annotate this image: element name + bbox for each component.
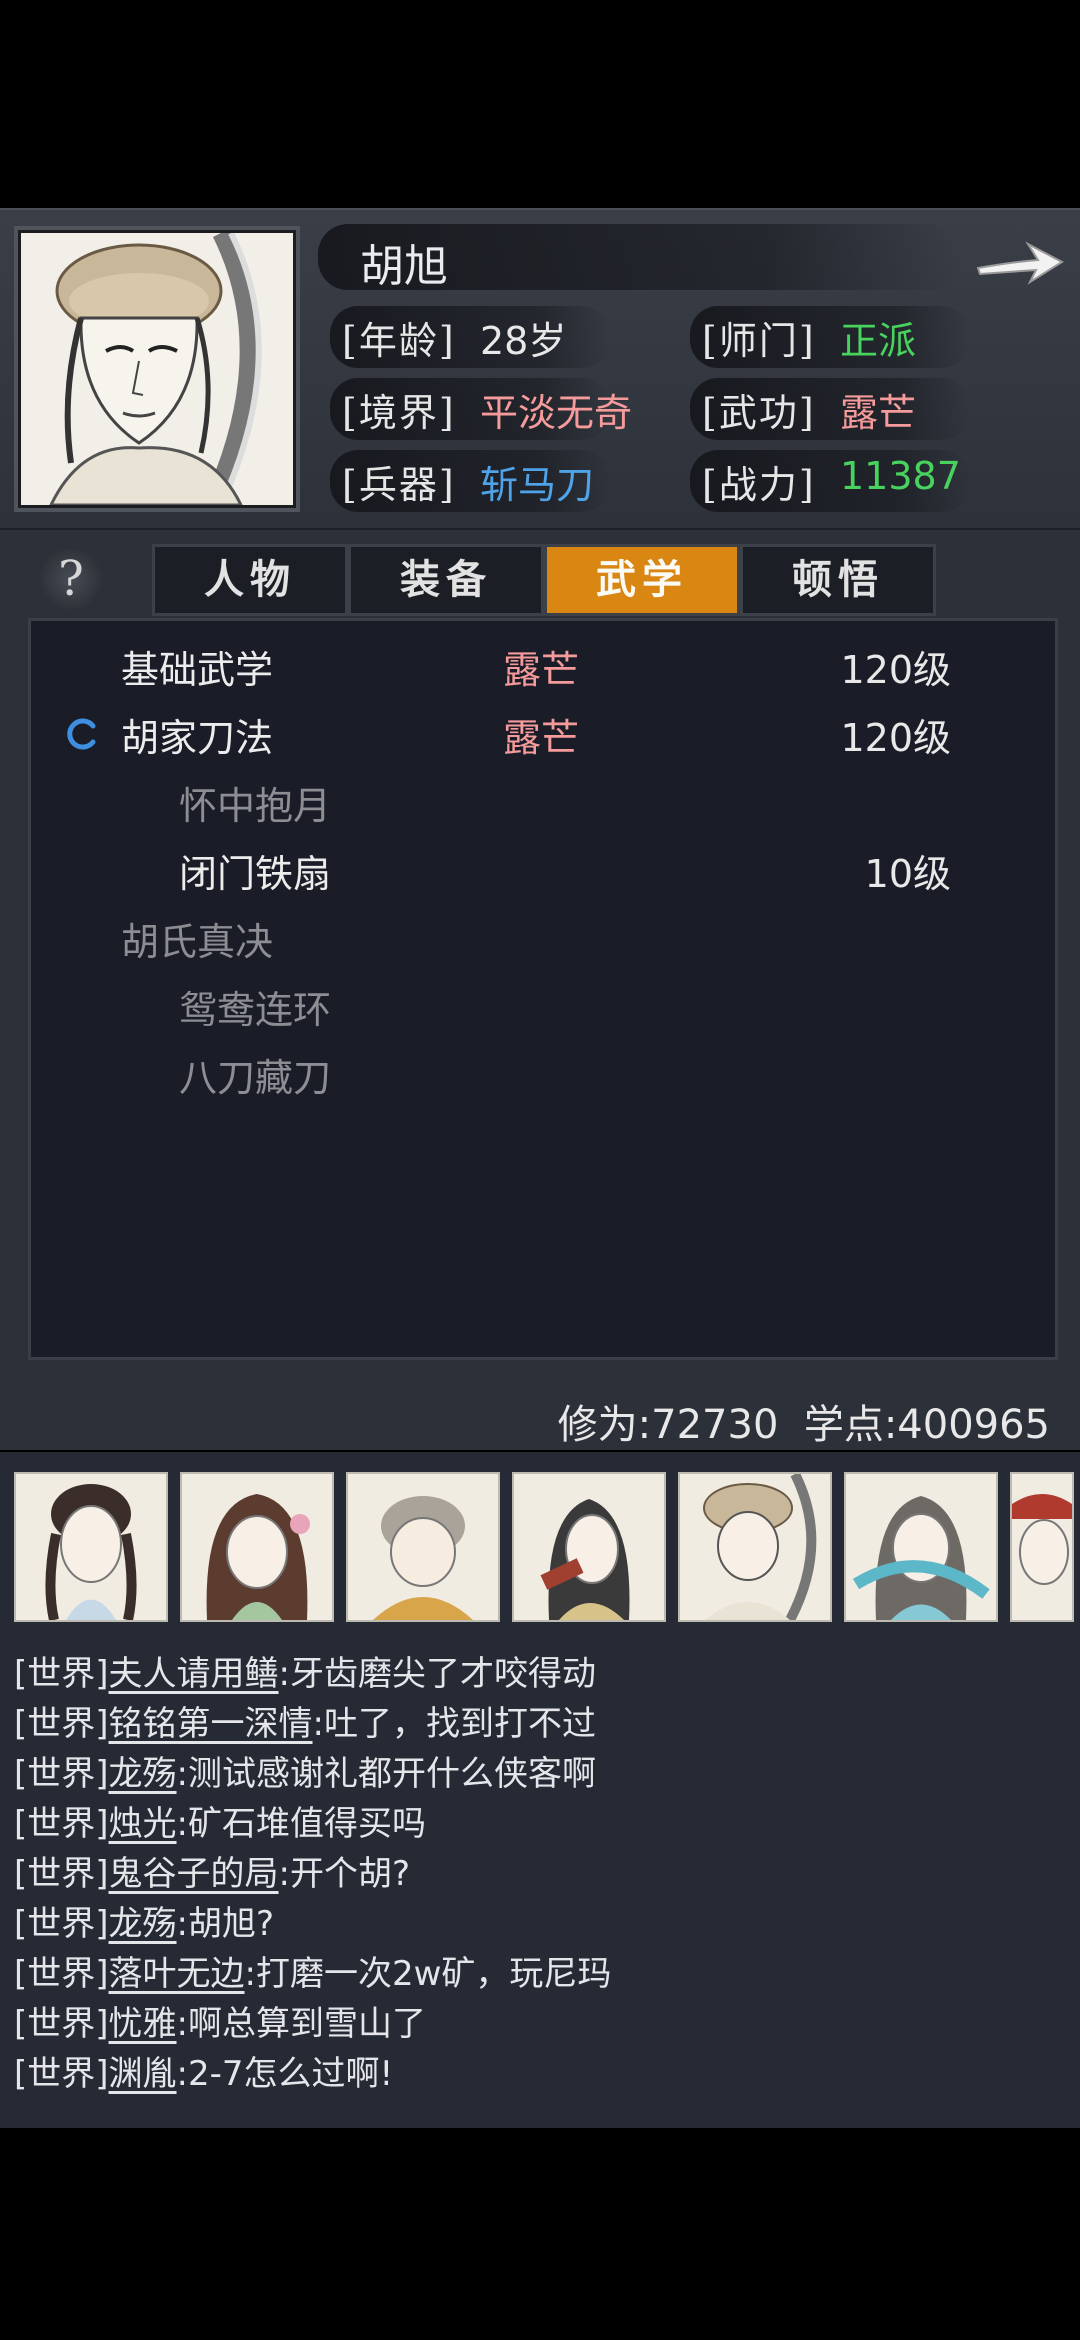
- chat-message: [世界]渊胤:2-7怎么过啊!: [14, 2046, 393, 2094]
- chat-message: [世界]落叶无边:打磨一次2w矿，玩尼玛: [14, 1946, 611, 1994]
- skill-name: 胡氏真决: [121, 920, 274, 964]
- attr-realm-label: [境界]: [342, 391, 456, 435]
- chat-avatar-lady-flower-icon[interactable]: [180, 1472, 334, 1622]
- chat-username[interactable]: 渊胤: [109, 2054, 177, 2094]
- chat-message: [世界]铭铭第一深情:吐了，找到打不过: [14, 1696, 596, 1744]
- attr-martial-value: 露芒: [840, 391, 917, 435]
- chat-username[interactable]: 鬼谷子的局: [109, 1854, 279, 1894]
- skill-row[interactable]: 胡家刀法 露芒 120级: [31, 701, 1055, 769]
- attr-power-label: [战力]: [702, 463, 816, 507]
- chat-channel: [世界]: [14, 2004, 109, 2044]
- chat-channel: [世界]: [14, 1704, 109, 1744]
- cultivation-points-stats: 修为:72730 学点:400965: [557, 1402, 1050, 1448]
- chat-text: :开个胡?: [278, 1854, 411, 1894]
- chat-username[interactable]: 铭铭第一深情: [109, 1704, 313, 1744]
- world-chat-panel[interactable]: [世界]夫人请用鳝:牙齿磨尖了才咬得动 [世界]铭铭第一深情:吐了，找到打不过 …: [0, 1452, 1080, 2128]
- skill-level: 120级: [840, 716, 951, 760]
- skill-style: 露芒: [503, 648, 580, 692]
- chat-text: :胡旭?: [176, 1904, 275, 1944]
- chat-channel: [世界]: [14, 1804, 109, 1844]
- chat-avatar-monk-icon[interactable]: [346, 1472, 500, 1622]
- tab-martial-arts[interactable]: 武学: [544, 544, 740, 616]
- chat-channel: [世界]: [14, 1854, 109, 1894]
- skill-name: 基础武学: [121, 648, 274, 692]
- chat-text: :牙齿磨尖了才咬得动: [278, 1654, 596, 1694]
- chat-avatar-hero-furhat-icon[interactable]: [678, 1472, 832, 1622]
- chat-username[interactable]: 龙殇: [109, 1754, 177, 1794]
- chat-message: [世界]忧雅:啊总算到雪山了: [14, 1996, 426, 2044]
- attr-power-value: 11387: [840, 454, 961, 498]
- chat-username[interactable]: 夫人请用鳝: [109, 1654, 279, 1694]
- attr-sect-label: [师门]: [702, 319, 816, 363]
- attr-weapon-label: [兵器]: [342, 463, 456, 507]
- chat-message: [世界]夫人请用鳝:牙齿磨尖了才咬得动: [14, 1646, 596, 1694]
- skill-name: 八刀藏刀: [179, 1056, 332, 1100]
- chat-text: :打磨一次2w矿，玩尼玛: [244, 1954, 612, 1994]
- attr-sect-value: 正派: [840, 319, 917, 363]
- attr-age-value: 28岁: [480, 319, 567, 363]
- chat-message: [世界]龙殇:胡旭?: [14, 1896, 274, 1944]
- skill-name: 胡家刀法: [121, 716, 274, 760]
- hero-portrait-image: [21, 233, 293, 505]
- chat-channel: [世界]: [14, 2054, 109, 2094]
- skill-name: 闭门铁扇: [179, 852, 332, 896]
- active-skill-ring-icon: [67, 718, 96, 750]
- next-character-arrow-icon[interactable]: [972, 232, 1068, 292]
- skill-level: 120级: [840, 648, 951, 692]
- chat-channel: [世界]: [14, 1754, 109, 1794]
- chat-avatar-swordswoman-icon[interactable]: [844, 1472, 998, 1622]
- chat-avatar-elder-icon[interactable]: [1010, 1472, 1074, 1622]
- attr-martial-label: [武功]: [702, 391, 816, 435]
- skill-row[interactable]: 八刀藏刀: [31, 1041, 1055, 1109]
- skill-level: 10级: [864, 852, 951, 896]
- skill-row[interactable]: 闭门铁扇 10级: [31, 837, 1055, 905]
- chat-text: :吐了，找到打不过: [312, 1704, 596, 1744]
- skill-style: 露芒: [503, 716, 580, 760]
- tab-equipment[interactable]: 装备: [348, 544, 544, 616]
- skill-name: 鸳鸯连环: [179, 988, 332, 1032]
- chat-text: :测试感谢礼都开什么侠客啊: [176, 1754, 596, 1794]
- chat-username[interactable]: 忧雅: [109, 2004, 177, 2044]
- character-header: 胡旭 [年龄] 28岁 [师门] 正派 [境界] 平淡无奇 [武功] 露芒 [兵…: [0, 208, 1080, 531]
- chat-avatar-scholar-fan-icon[interactable]: [512, 1472, 666, 1622]
- chat-text: :矿石堆值得买吗: [176, 1804, 426, 1844]
- character-portrait[interactable]: [18, 230, 296, 508]
- skill-name: 怀中抱月: [179, 784, 332, 828]
- tab-enlightenment[interactable]: 顿悟: [740, 544, 936, 616]
- chat-message: [世界]烛光:矿石堆值得买吗: [14, 1796, 426, 1844]
- chat-channel: [世界]: [14, 1904, 109, 1944]
- attr-weapon-value: 斩马刀: [480, 463, 595, 507]
- tab-character[interactable]: 人物: [152, 544, 348, 616]
- attr-age-label: [年龄]: [342, 319, 456, 363]
- attr-realm-value: 平淡无奇: [480, 391, 633, 435]
- skill-row[interactable]: 基础武学 露芒 120级: [31, 633, 1055, 701]
- chat-username[interactable]: 落叶无边: [109, 1954, 245, 1994]
- chat-text: :2-7怎么过啊!: [176, 2054, 394, 2094]
- chat-username[interactable]: 龙殇: [109, 1904, 177, 1944]
- chat-message: [世界]鬼谷子的局:开个胡?: [14, 1846, 410, 1894]
- help-button[interactable]: ?: [40, 548, 102, 610]
- chat-text: :啊总算到雪山了: [176, 2004, 426, 2044]
- skill-row[interactable]: 怀中抱月: [31, 769, 1055, 837]
- character-name: 胡旭: [360, 241, 448, 292]
- chat-channel: [世界]: [14, 1954, 109, 1994]
- chat-avatar-girl-braids-icon[interactable]: [14, 1472, 168, 1622]
- chat-username[interactable]: 烛光: [109, 1804, 177, 1844]
- skill-list: 基础武学 露芒 120级 胡家刀法 露芒 120级 怀中抱月 闭门铁扇 10级 …: [28, 618, 1058, 1360]
- skill-row[interactable]: 胡氏真决: [31, 905, 1055, 973]
- chat-message: [世界]龙殇:测试感谢礼都开什么侠客啊: [14, 1746, 596, 1794]
- chat-channel: [世界]: [14, 1654, 109, 1694]
- skill-row[interactable]: 鸳鸯连环: [31, 973, 1055, 1041]
- martial-arts-section: ? 人物 装备 武学 顿悟 基础武学 露芒 120级 胡家刀法 露芒 120级 …: [0, 530, 1080, 1450]
